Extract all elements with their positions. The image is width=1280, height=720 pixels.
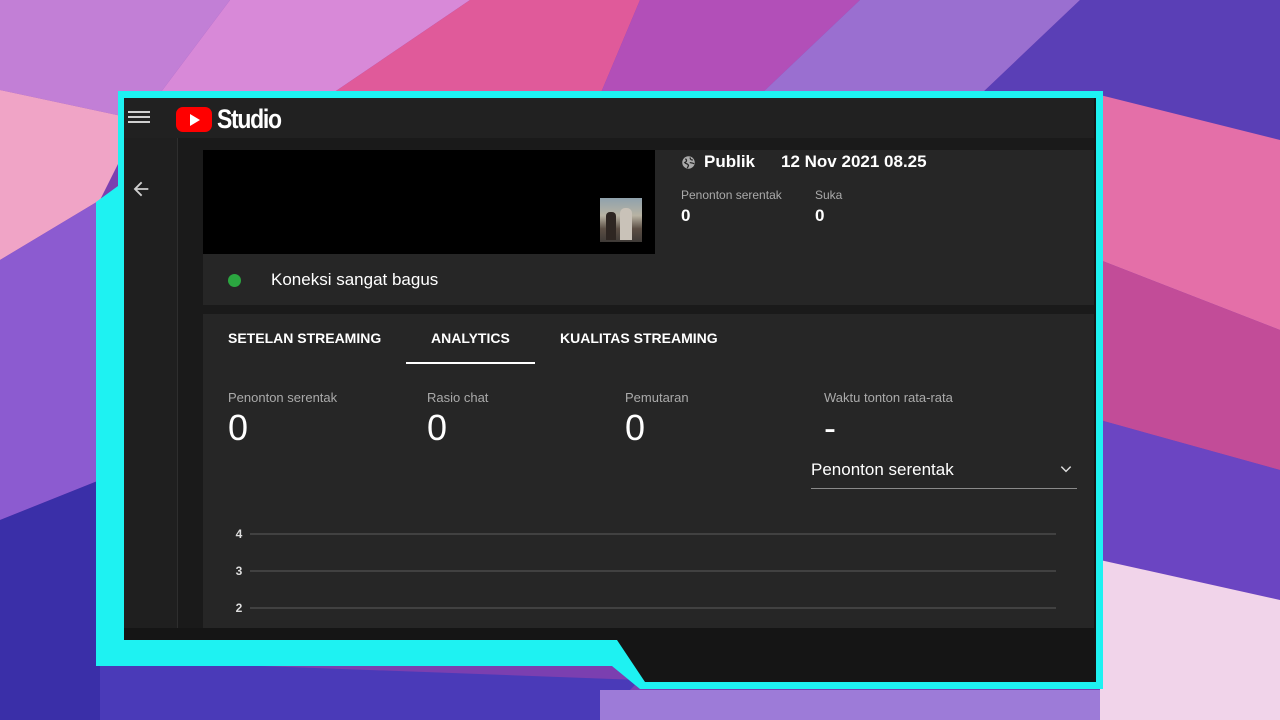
visibility-label: Publik [704, 152, 756, 171]
metric-label: Rasio chat [427, 390, 489, 405]
stat-label-concurrent-viewers: Penonton serentak [681, 188, 782, 202]
metric-value: 0 [228, 407, 249, 448]
metric-label: Waktu tonton rata-rata [824, 390, 953, 405]
visibility-row: Publik 12 Nov 2021 08.25 [681, 152, 927, 172]
top-bar: Studio [124, 98, 1094, 138]
metric-value: 0 [427, 407, 448, 448]
metric-concurrent-viewers: Penonton serentak 0 [228, 390, 337, 449]
metric-avg-watch-time: Waktu tonton rata-rata - [824, 390, 953, 449]
globe-icon [682, 155, 695, 169]
stream-summary-card: Publik 12 Nov 2021 08.25 Penonton serent… [203, 150, 1094, 305]
youtube-logo-icon [176, 107, 212, 132]
stream-info: Publik 12 Nov 2021 08.25 Penonton serent… [681, 152, 927, 225]
side-nav [124, 138, 178, 628]
metric-value: 0 [625, 407, 646, 448]
stat-label-likes: Suka [815, 188, 843, 202]
stream-preview[interactable] [203, 150, 655, 254]
metric-select-dropdown[interactable]: Penonton serentak [811, 448, 1077, 489]
stream-date: 12 Nov 2021 08.25 [781, 152, 927, 171]
stat-value-likes: 0 [815, 206, 825, 225]
youtube-studio-logo[interactable]: Studio [176, 104, 292, 135]
stream-thumbnail [600, 198, 642, 242]
menu-icon[interactable] [128, 108, 150, 126]
tab-analytics[interactable]: ANALYTICS [406, 330, 535, 364]
metric-plays: Pemutaran 0 [625, 390, 689, 449]
y-tick-label: 2 [236, 601, 243, 615]
analytics-card: SETELAN STREAMING ANALYTICS KUALITAS STR… [203, 314, 1094, 628]
viewers-chart: 4 3 2 [236, 527, 1056, 615]
chevron-down-icon [1060, 466, 1072, 473]
connection-status-text: Koneksi sangat bagus [271, 270, 439, 289]
metric-label: Pemutaran [625, 390, 689, 405]
y-tick-label: 4 [236, 527, 243, 541]
y-tick-label: 3 [236, 564, 243, 578]
tab-stream-quality[interactable]: KUALITAS STREAMING [560, 330, 718, 362]
metric-chat-rate: Rasio chat 0 [427, 390, 488, 449]
metric-value: - [824, 407, 836, 448]
back-arrow-icon[interactable] [130, 178, 152, 200]
metric-label: Penonton serentak [228, 390, 338, 405]
stat-value-concurrent-viewers: 0 [681, 206, 691, 225]
connection-status-dot [228, 274, 241, 287]
main-content: Publik 12 Nov 2021 08.25 Penonton serent… [178, 138, 1094, 628]
logo-text: Studio [217, 104, 282, 134]
connection-status: Koneksi sangat bagus [203, 262, 1094, 304]
metric-select-value: Penonton serentak [811, 460, 954, 479]
studio-window: Studio Publik 12 Nov 2021 08.25 Penonton… [124, 98, 1094, 628]
tab-stream-settings[interactable]: SETELAN STREAMING [228, 330, 381, 362]
